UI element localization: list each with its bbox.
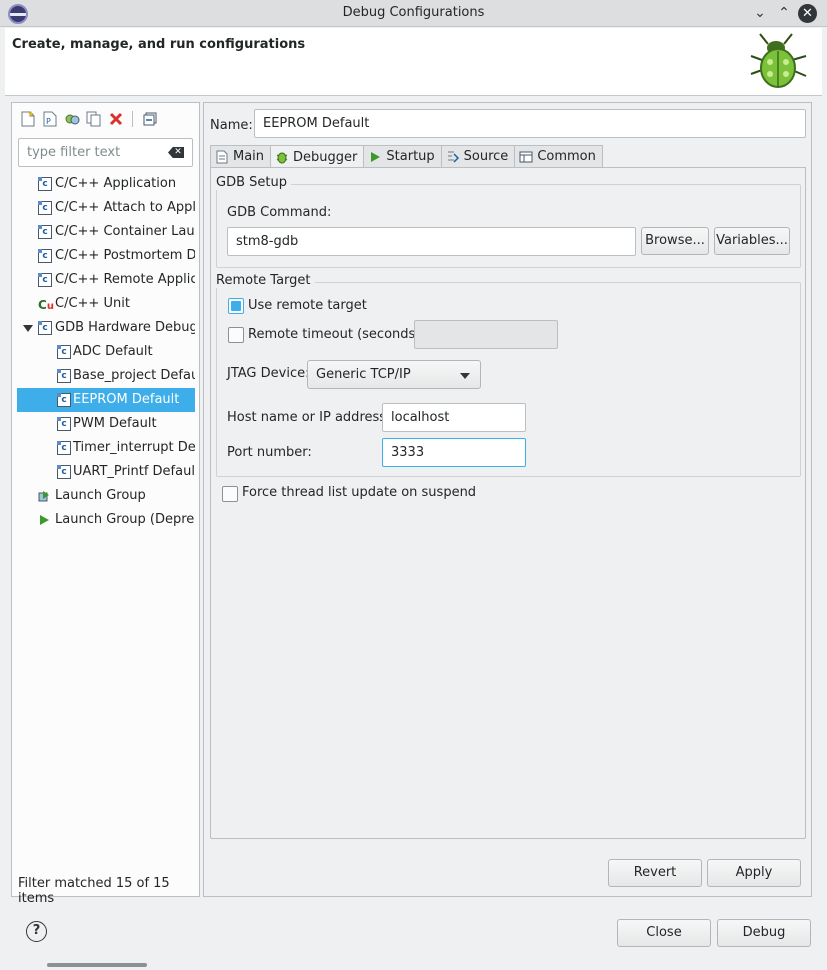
maximize-icon[interactable]: ⌃ xyxy=(774,3,794,23)
close-button[interactable]: Close xyxy=(617,919,711,947)
host-name-input[interactable]: localhost xyxy=(382,403,526,432)
c-unit-icon: Cu xyxy=(38,298,54,312)
port-number-label: Port number: xyxy=(227,445,312,460)
debugger-tab-content: GDB Setup GDB Command: stm8-gdb Browse..… xyxy=(210,167,806,839)
configuration-editor-panel: Name: EEPROM Default Main Debugger Start… xyxy=(203,102,812,897)
filter-status-text: Filter matched 15 of 15 items xyxy=(18,876,170,906)
remote-timeout-input[interactable] xyxy=(414,320,558,349)
collapse-all-icon[interactable] xyxy=(140,110,159,128)
apply-button[interactable]: Apply xyxy=(707,859,801,887)
export-configuration-icon[interactable] xyxy=(62,110,81,128)
tree-item-gdb-hardware[interactable]: c GDB Hardware Debugging xyxy=(17,316,195,340)
tree-item-adc-default[interactable]: c ADC Default xyxy=(17,340,195,364)
tree-item-cpp-postmortem[interactable]: c C/C++ Postmortem Debugger xyxy=(17,244,195,268)
expand-arrow-icon[interactable] xyxy=(23,325,33,332)
tree-horizontal-scrollbar[interactable] xyxy=(47,963,147,967)
c-launch-config-icon: c xyxy=(57,465,71,479)
filter-input[interactable] xyxy=(19,139,164,166)
source-tab-icon xyxy=(447,151,459,163)
jtag-device-label: JTAG Device: xyxy=(227,366,310,381)
c-launch-config-icon: c xyxy=(38,201,52,215)
browse-button[interactable]: Browse... xyxy=(641,227,709,255)
tree-item-pwm-default[interactable]: c PWM Default xyxy=(17,412,195,436)
tree-item-launch-group-deprecated[interactable]: Launch Group (Deprecated) xyxy=(17,508,195,532)
window-title: Debug Configurations xyxy=(342,5,485,20)
tab-source[interactable]: Source xyxy=(440,145,516,167)
dropdown-arrow-icon xyxy=(460,373,470,379)
run-triangle-icon xyxy=(40,515,49,525)
bug-icon xyxy=(750,33,807,88)
tree-item-cpp-container[interactable]: c C/C++ Container Launcher xyxy=(17,220,195,244)
tree-item-timer-interrupt-default[interactable]: c Timer_interrupt Default xyxy=(17,436,195,460)
tree-item-cpp-unit[interactable]: Cu C/C++ Unit xyxy=(17,292,195,316)
debugger-tab-icon xyxy=(276,152,288,164)
tree-item-cpp-attach[interactable]: c C/C++ Attach to Application xyxy=(17,196,195,220)
config-tabs: Main Debugger Startup Source Common xyxy=(210,145,603,168)
duplicate-configuration-icon[interactable] xyxy=(84,110,103,128)
use-remote-target-label: Use remote target xyxy=(248,298,367,313)
configuration-name-input[interactable]: EEPROM Default xyxy=(254,109,806,138)
dialog-header: Create, manage, and run configurations xyxy=(5,28,822,96)
filter-box[interactable]: ✕ xyxy=(18,138,193,167)
toolbar-separator xyxy=(132,111,133,127)
new-prototype-icon[interactable]: P xyxy=(40,110,59,128)
tree-item-base-project-default[interactable]: c Base_project Default xyxy=(17,364,195,388)
tree-item-cpp-application[interactable]: c C/C++ Application xyxy=(17,172,195,196)
debug-button[interactable]: Debug xyxy=(717,919,811,947)
c-launch-config-icon: c xyxy=(57,441,71,455)
startup-tab-icon xyxy=(371,151,381,162)
new-configuration-icon[interactable] xyxy=(18,110,37,128)
title-bar: Debug Configurations ⌄ ⌃ ✕ xyxy=(0,0,827,27)
gdb-command-input[interactable]: stm8-gdb xyxy=(227,227,636,256)
dialog-heading: Create, manage, and run configurations xyxy=(12,37,306,52)
c-launch-config-icon: c xyxy=(38,225,52,239)
minimize-icon[interactable]: ⌄ xyxy=(750,3,770,23)
remote-timeout-checkbox[interactable] xyxy=(228,327,244,343)
delete-configuration-icon[interactable] xyxy=(106,110,125,128)
launch-group-icon xyxy=(38,491,49,502)
c-launch-config-icon: c xyxy=(38,249,52,263)
tree-item-cpp-remote[interactable]: c C/C++ Remote Application xyxy=(17,268,195,292)
tab-debugger[interactable]: Debugger xyxy=(270,145,365,168)
close-window-icon[interactable]: ✕ xyxy=(798,4,817,23)
configuration-tree-panel: P ✕ c C/C++ Application c C/C++ Attach t… xyxy=(11,102,200,967)
tree-toolbar: P xyxy=(18,109,159,129)
gdb-command-label: GDB Command: xyxy=(227,205,332,220)
tab-startup[interactable]: Startup xyxy=(363,145,442,167)
c-launch-config-icon: c xyxy=(38,273,52,287)
main-tab-icon xyxy=(216,150,228,163)
tree-item-eeprom-default[interactable]: c EEPROM Default xyxy=(17,388,195,412)
c-launch-config-icon: c xyxy=(57,345,71,359)
tree-item-launch-group[interactable]: Launch Group xyxy=(17,484,195,508)
c-launch-config-icon: c xyxy=(57,393,71,407)
host-name-label: Host name or IP address: xyxy=(227,410,391,425)
use-remote-target-checkbox[interactable] xyxy=(228,298,244,314)
force-thread-update-label: Force thread list update on suspend xyxy=(242,485,477,500)
variables-button[interactable]: Variables... xyxy=(714,227,790,255)
common-tab-icon xyxy=(519,151,533,162)
help-icon[interactable]: ? xyxy=(26,921,47,942)
port-number-input[interactable]: 3333 xyxy=(382,438,526,467)
c-launch-config-icon: c xyxy=(57,417,71,431)
remote-timeout-label: Remote timeout (seconds): xyxy=(248,327,425,342)
jtag-device-select[interactable]: Generic TCP/IP xyxy=(307,360,481,389)
clear-filter-icon[interactable]: ✕ xyxy=(168,147,184,158)
tab-common[interactable]: Common xyxy=(514,145,603,167)
force-thread-update-checkbox[interactable] xyxy=(222,486,238,502)
name-label: Name: xyxy=(210,118,253,133)
c-launch-config-icon: c xyxy=(38,321,52,335)
revert-button[interactable]: Revert xyxy=(608,859,702,887)
c-launch-config-icon: c xyxy=(57,369,71,383)
remote-target-title: Remote Target xyxy=(216,273,315,288)
c-launch-config-icon: c xyxy=(38,177,52,191)
tab-main[interactable]: Main xyxy=(210,145,272,167)
configuration-tree: c C/C++ Application c C/C++ Attach to Ap… xyxy=(17,172,195,862)
svg-text:P: P xyxy=(46,117,51,126)
gdb-setup-title: GDB Setup xyxy=(216,175,291,190)
tree-item-uart-printf-default[interactable]: c UART_Printf Default xyxy=(17,460,195,484)
